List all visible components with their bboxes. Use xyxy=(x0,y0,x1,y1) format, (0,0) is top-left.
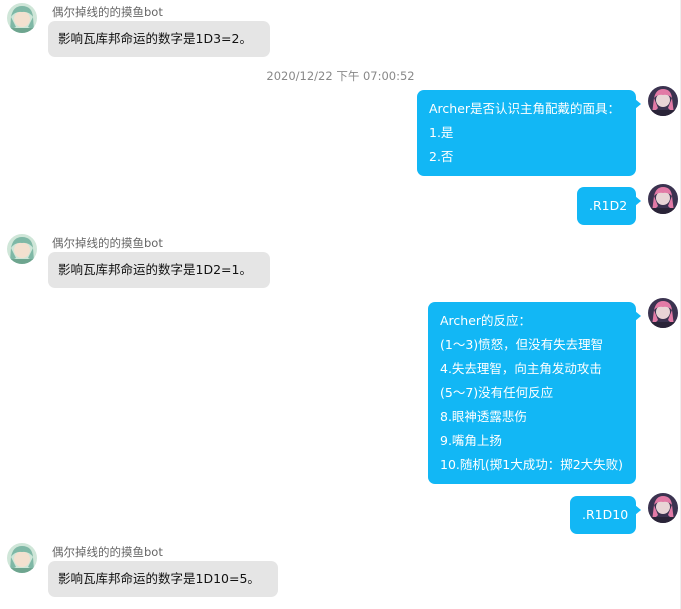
incoming-message-bubble[interactable]: 影响瓦库邦命运的数字是1D2=1。 xyxy=(48,252,270,288)
message-line: 2.否 xyxy=(429,149,454,164)
message-line: Archer的反应： xyxy=(440,313,532,328)
message-timestamp: 2020/12/22 下午 07:00:52 xyxy=(266,69,415,83)
message-line: (5～7)没有任何反应 xyxy=(440,385,554,400)
message-text: 影响瓦库邦命运的数字是1D2=1。 xyxy=(58,262,252,277)
incoming-message-bubble[interactable]: 影响瓦库邦命运的数字是1D10=5。 xyxy=(48,561,278,597)
bot-avatar-icon[interactable] xyxy=(7,234,37,264)
outgoing-message-bubble[interactable]: Archer是否认识主角配戴的面具： 1.是 2.否 xyxy=(417,90,641,176)
user-avatar-icon[interactable] xyxy=(648,493,678,523)
user-avatar-icon[interactable] xyxy=(648,86,678,116)
incoming-message-bubble[interactable]: 影响瓦库邦命运的数字是1D3=2。 xyxy=(48,21,270,57)
message-text: .R1D10 xyxy=(582,507,629,522)
outgoing-message-bubble[interactable]: .R1D10 xyxy=(570,496,641,534)
bot-avatar-icon[interactable] xyxy=(7,543,37,573)
sender-name: 偶尔掉线的的摸鱼bot xyxy=(52,5,163,19)
message-line: (1～3)愤怒，但没有失去理智 xyxy=(440,337,604,352)
message-line: 4.失去理智，向主角发动攻击 xyxy=(440,361,602,376)
message-text: .R1D2 xyxy=(589,198,628,213)
message-text: 影响瓦库邦命运的数字是1D10=5。 xyxy=(58,571,260,586)
message-line: 10.随机(掷1大成功：掷2大失败) xyxy=(440,457,624,472)
outgoing-message-bubble[interactable]: Archer的反应： (1～3)愤怒，但没有失去理智 4.失去理智，向主角发动攻… xyxy=(428,302,641,484)
sender-name: 偶尔掉线的的摸鱼bot xyxy=(52,236,163,250)
outgoing-message-bubble[interactable]: .R1D2 xyxy=(577,187,641,225)
sender-name: 偶尔掉线的的摸鱼bot xyxy=(52,545,163,559)
message-line: 8.眼神透露悲伤 xyxy=(440,409,527,424)
message-text: 影响瓦库邦命运的数字是1D3=2。 xyxy=(58,31,252,46)
user-avatar-icon[interactable] xyxy=(648,184,678,214)
user-avatar-icon[interactable] xyxy=(648,298,678,328)
bot-avatar-icon[interactable] xyxy=(7,3,37,33)
message-line: Archer是否认识主角配戴的面具： xyxy=(429,101,621,116)
message-line: 1.是 xyxy=(429,125,454,140)
message-line: 9.嘴角上扬 xyxy=(440,433,502,448)
